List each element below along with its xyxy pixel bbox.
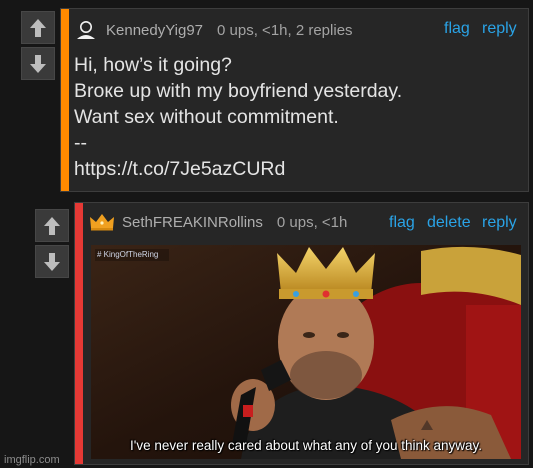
comment-accent-bar [61, 9, 69, 191]
screenshot-root: { "comments": [ { "username": "KennedyYi… [0, 0, 533, 468]
comment-panel: SethFREAKINRollins 0 ups, <1h flag delet… [74, 202, 529, 465]
crown-icon [90, 214, 114, 231]
upvote-arrow-icon [44, 216, 60, 235]
downvote-button[interactable] [21, 47, 55, 80]
comment-accent-bar [75, 203, 83, 464]
username[interactable]: KennedyYig97 [106, 22, 203, 39]
flag-link[interactable]: flag [444, 20, 470, 38]
comment-1: KennedyYig97 0 ups, <1h, 2 replies flag … [0, 0, 533, 200]
comment-2: SethFREAKINRollins 0 ups, <1h flag delet… [0, 200, 533, 468]
comment-text-line: -- [74, 132, 87, 154]
username[interactable]: SethFREAKINRollins [122, 214, 263, 231]
reply-link[interactable]: reply [482, 214, 517, 232]
comment-text-line: Hi, how’s it going? [74, 54, 232, 76]
comment-panel: KennedyYig97 0 ups, <1h, 2 replies flag … [60, 8, 529, 192]
downvote-arrow-icon [30, 54, 46, 73]
upvote-button[interactable] [21, 11, 55, 44]
vote-controls [35, 209, 69, 279]
meme-caption: I've never really cared about what any o… [129, 438, 483, 453]
downvote-button[interactable] [35, 245, 69, 278]
vote-controls [21, 11, 55, 81]
comment-text-line: Want sex without commitment. [74, 106, 339, 128]
comment-link[interactable]: https://t.co/7Je5azCURd [74, 158, 285, 181]
watermark: imgflip.com [4, 454, 60, 466]
user-avatar-icon [77, 21, 95, 39]
comment-meta: KennedyYig97 0 ups, <1h, 2 replies [75, 20, 353, 40]
upvote-button[interactable] [35, 209, 69, 242]
upvote-arrow-icon [30, 18, 46, 37]
comment-stats: 0 ups, <1h [276, 213, 348, 231]
delete-link[interactable]: delete [427, 214, 471, 232]
comment-stats: 0 ups, <1h, 2 replies [217, 21, 353, 39]
reply-link[interactable]: reply [482, 20, 517, 38]
flag-link[interactable]: flag [389, 214, 415, 232]
comment-meta: SethFREAKINRollins 0 ups, <1h [89, 213, 347, 231]
meme-illustration [91, 245, 521, 459]
comment-text-line: Brоке up with my boyfriend yesterday. [74, 80, 403, 102]
downvote-arrow-icon [44, 252, 60, 271]
meme-image[interactable]: # KingOfTheRing I've never really cared … [91, 245, 521, 459]
meme-hashtag: # KingOfTheRing [97, 250, 159, 259]
